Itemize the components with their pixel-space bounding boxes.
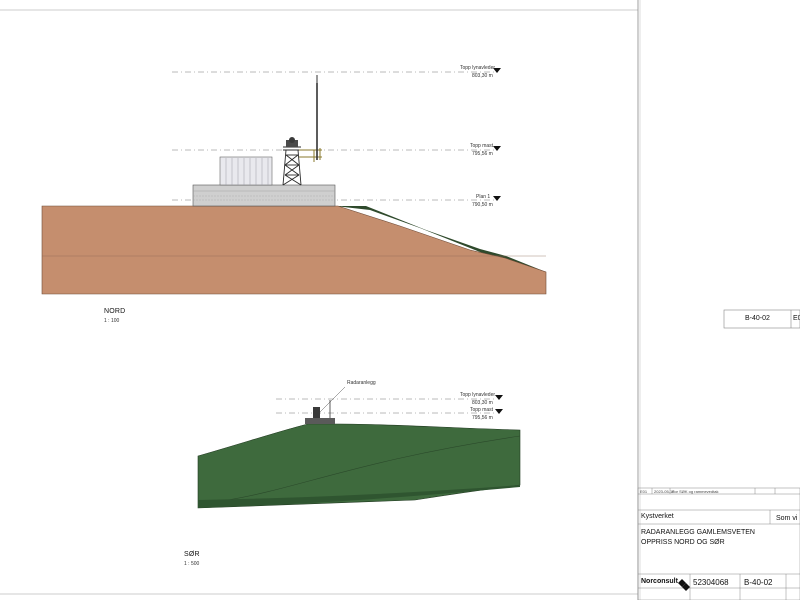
nord-view-title: NORD [104, 308, 126, 315]
panel-revision: E0 [793, 315, 800, 322]
company-name: Norconsult [641, 578, 678, 585]
sor-view-title: SØR [184, 551, 200, 558]
nord-level-value-3: 790,50 m [472, 202, 493, 208]
client-name: Kystverket [641, 513, 674, 520]
sor-tower [313, 407, 320, 418]
revision-code: E01 [640, 489, 648, 494]
sor-tag-leader [319, 386, 346, 413]
panel-drawing-number: B-40-02 [745, 315, 770, 322]
nord-elevation [41, 68, 547, 295]
sor-equipment-tag: Radaranlegg [347, 380, 376, 386]
revision-description: For SØK og rammevedtak [672, 489, 719, 494]
nord-terrain-section [41, 205, 547, 295]
nord-level-marker-3 [493, 196, 501, 201]
drawing-title: OPPRISS NORD OG SØR [641, 539, 725, 546]
nord-level-label-1: Topp lynavleder [460, 65, 496, 71]
nord-platform [192, 184, 336, 207]
nord-level-value-1: 803,30 m [472, 73, 493, 79]
nord-lattice-tower [282, 146, 302, 186]
project-number: 52304068 [693, 578, 729, 587]
nord-level-label-3: Plan 1 [476, 194, 491, 200]
sor-level-value-1: 803,30 m [472, 400, 493, 406]
sor-view-scale: 1 : 500 [184, 561, 200, 567]
drawing-sheet: Topp lynavleder 803,30 m Topp mast 795,5… [0, 0, 800, 601]
nord-level-marker-2 [493, 146, 501, 151]
title-block-drawing-number: B-40-02 [744, 578, 773, 587]
sor-platform [305, 418, 335, 424]
sor-level-marker-2 [495, 409, 503, 414]
sor-level-label-2: Topp mast [470, 407, 494, 413]
panel-scale: Som vi [776, 515, 798, 522]
sor-level-label-1: Topp lynavleder [460, 392, 496, 398]
sor-level-marker-1 [495, 395, 503, 400]
sor-level-value-2: 795,56 m [472, 415, 493, 421]
nord-equipment-cabinet [219, 156, 273, 186]
company-logo-mark [678, 579, 690, 591]
project-name: RADARANLEGG GAMLEMSVETEN [641, 529, 755, 536]
elevation-drawing [0, 0, 800, 601]
nord-level-label-2: Topp mast [470, 143, 494, 149]
nord-view-scale: 1 : 100 [104, 318, 120, 324]
nord-side-arm [299, 148, 322, 162]
nord-level-value-2: 795,56 m [472, 151, 493, 157]
